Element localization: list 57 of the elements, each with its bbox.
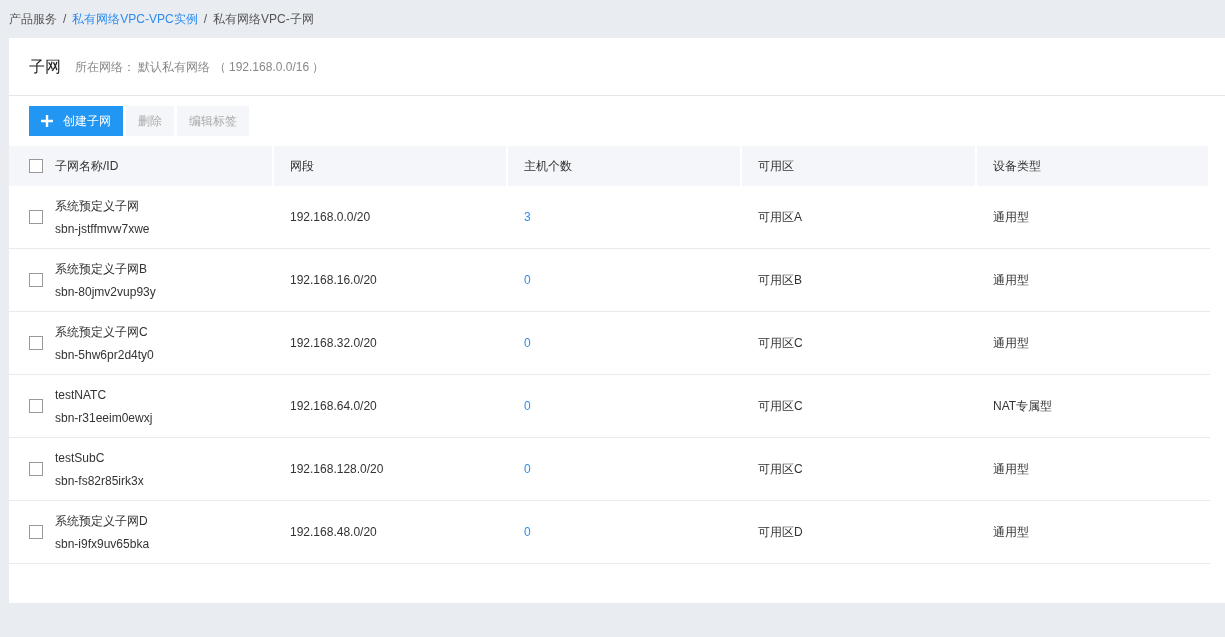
subnet-id: sbn-5hw6pr2d4ty0 [55,346,154,364]
device-type-cell-text: NAT专属型 [993,398,1053,415]
breadcrumb-item: 产品服务 [9,11,57,28]
device-type-cell-text: 通用型 [993,209,1029,226]
checkbox[interactable] [29,525,43,539]
subnet-name: 系统预定义子网D [55,512,149,530]
breadcrumb-separator: / [203,11,208,28]
checkbox[interactable] [29,336,43,350]
zone-cell-text: 可用区C [758,398,803,415]
subnet-name: 系统预定义子网 [55,197,140,215]
breadcrumb-link[interactable]: 私有网络VPC-VPC实例 [72,10,198,28]
subnet-id: sbn-i9fx9uv65bka [55,535,150,553]
device-type-cell-text: 通用型 [993,272,1029,289]
cidr-cell-text: 192.168.128.0/20 [290,461,384,478]
cidr-cell-text: 192.168.64.0/20 [290,398,377,415]
checkbox[interactable] [29,399,43,413]
column-header: 网段 [290,158,314,175]
page-title: 子网 [29,56,61,77]
plus-icon [41,115,53,127]
column-header: 子网名称/ID [55,158,119,175]
zone-cell-text: 可用区C [758,461,803,478]
network-info: 所在网络： 默认私有网络 （ 192.168.0.0/16 ） [75,58,325,76]
subnet-name: testNATC [55,386,108,404]
device-type-cell-text: 通用型 [993,524,1029,541]
breadcrumb-separator: / [63,11,67,28]
zone-cell-text: 可用区D [758,524,803,541]
host-count-link[interactable]: 0 [524,334,531,352]
zone-cell-text: 可用区A [758,209,802,226]
subnet-name: 系统预定义子网C [55,323,149,341]
subnet-id: sbn-r31eeim0ewxj [55,409,153,427]
device-type-cell-text: 通用型 [993,335,1029,352]
cidr-cell-text: 192.168.0.0/20 [290,209,371,226]
subnet-id: sbn-jstffmvw7xwe [55,220,150,238]
zone-cell-text: 可用区C [758,335,803,352]
column-header: 主机个数 [524,158,572,175]
host-count-link[interactable]: 0 [524,271,531,289]
column-header: 设备类型 [993,158,1041,175]
checkbox[interactable] [29,210,43,224]
zone-cell-text: 可用区B [758,272,802,289]
cidr-cell-text: 192.168.16.0/20 [290,272,377,289]
subnet-id: sbn-fs82r85irk3x [55,472,144,490]
checkbox[interactable] [29,273,43,287]
checkbox[interactable] [29,159,43,173]
create-button[interactable]: 创建子网 [29,106,123,136]
device-type-cell-text: 通用型 [993,461,1029,478]
host-count-link[interactable]: 0 [524,523,531,541]
subnet-name: testSubC [55,449,106,467]
host-count-link[interactable]: 3 [524,208,531,226]
cidr-cell-text: 192.168.48.0/20 [290,524,377,541]
cidr-cell-text: 192.168.32.0/20 [290,335,377,352]
host-count-link[interactable]: 0 [524,460,531,478]
checkbox[interactable] [29,462,43,476]
breadcrumb-item: 私有网络VPC-子网 [213,11,314,28]
column-header: 可用区 [758,158,794,175]
host-count-link[interactable]: 0 [524,397,531,415]
subnet-name: 系统预定义子网B [55,260,148,278]
subnet-id: sbn-80jmv2vup93y [55,283,156,301]
